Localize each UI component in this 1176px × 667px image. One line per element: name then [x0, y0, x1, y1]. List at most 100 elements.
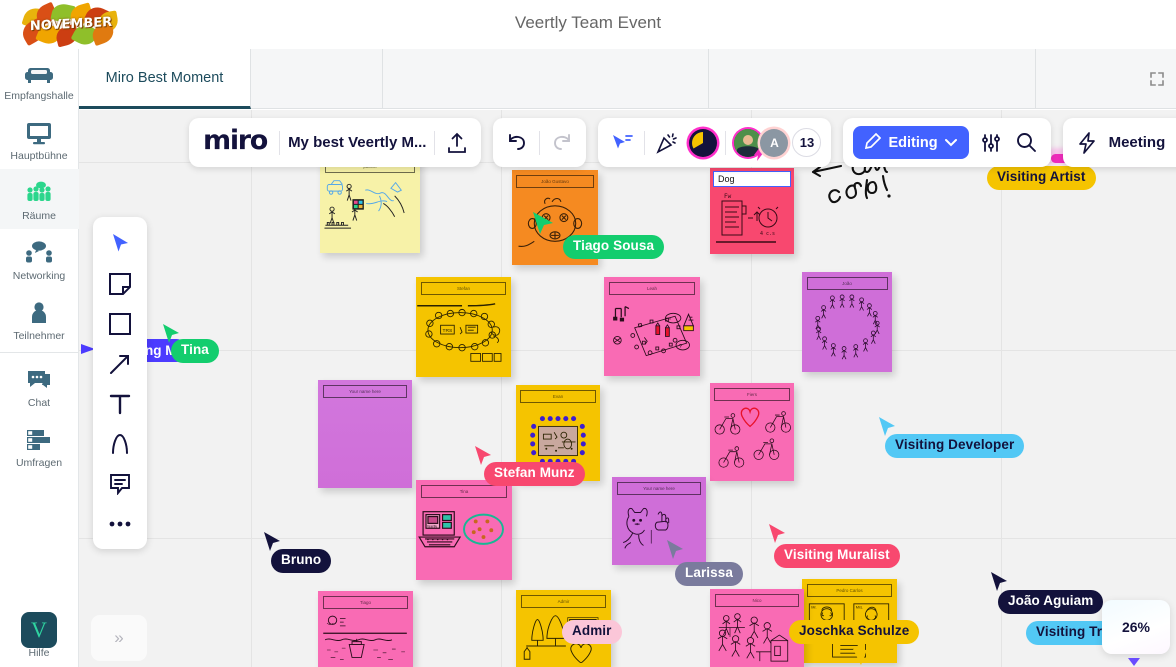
tab-strip: Miro Best Moment: [79, 49, 1176, 109]
editing-mode-label: Editing: [888, 134, 938, 151]
sticky-note[interactable]: Tiago: [318, 591, 413, 667]
poll-bars-icon: [0, 425, 79, 455]
sticky-doodle: [612, 497, 706, 561]
cursor-label-joao-aguiam: João Aguiam: [998, 590, 1104, 614]
chevron-down-icon: [944, 135, 957, 151]
tab-label: Miro Best Moment: [105, 69, 224, 86]
page-title: Veertly Team Event: [514, 13, 662, 32]
sticky-note[interactable]: Dog Fw 4 c.s: [710, 168, 794, 254]
sidebar-item-networking[interactable]: Networking: [0, 229, 79, 289]
sidebar-item-chat[interactable]: Chat: [0, 356, 79, 416]
miro-logo[interactable]: miro: [199, 125, 271, 160]
divider: [725, 130, 727, 155]
sticky-note-author: Admir: [520, 595, 607, 608]
pen-a-icon[interactable]: [107, 431, 133, 457]
square-icon[interactable]: [107, 311, 133, 337]
search-icon[interactable]: [1013, 129, 1041, 157]
sidebar-item-raume[interactable]: Räume: [0, 169, 79, 229]
sticky-note[interactable]: Leah ≡ ?: [604, 277, 700, 376]
sidebar-item-empfangshalle[interactable]: Empfangshalle: [0, 49, 79, 109]
arrow-diagonal-icon[interactable]: [107, 351, 133, 377]
sticky-doodle: [318, 611, 413, 663]
sticky-note-author: Fiers: [714, 388, 790, 401]
sticky-note[interactable]: Stefan TRS: [416, 277, 511, 377]
redo-icon[interactable]: [548, 129, 576, 157]
sticky-note-author: Tiago: [322, 596, 409, 609]
sidebar-item-label: Umfragen: [15, 457, 63, 469]
sidebar-item-label: Empfangshalle: [4, 90, 74, 102]
sticky-doodle: [320, 175, 420, 249]
miro-tool-palette: [93, 217, 147, 549]
ellipsis-icon[interactable]: [107, 511, 133, 537]
comment-icon[interactable]: [107, 471, 133, 497]
pencil-icon: [865, 132, 882, 153]
sidebar-item-label: Räume: [22, 210, 56, 222]
upload-share-icon[interactable]: [443, 129, 471, 157]
board-name[interactable]: My best Veertly M...: [288, 134, 426, 151]
text-t-icon[interactable]: [107, 391, 133, 417]
sticky-doodle: Veertly: [416, 500, 512, 576]
cursor-label-visiting-developer: Visiting Developer: [885, 434, 1025, 458]
cursor-chat-icon[interactable]: [608, 129, 636, 157]
sticky-note-author: Your name here: [322, 385, 408, 398]
avatar[interactable]: [734, 128, 765, 161]
sticky-note-author: Stefan: [420, 282, 507, 295]
editing-mode-button[interactable]: Editing: [853, 126, 969, 159]
fullscreen-icon[interactable]: [1144, 66, 1170, 92]
lightning-icon[interactable]: [1073, 129, 1101, 157]
miro-meeting-group: Meeting: [1062, 118, 1176, 167]
veertly-miro-screen: NOVEMBER Veertly Team Event Empfangshall…: [0, 0, 1176, 667]
sidebar-item-umfragen[interactable]: Umfragen: [0, 416, 79, 476]
sofa-icon: [0, 58, 79, 88]
divider: [279, 130, 281, 155]
sticky-note[interactable]: patrick: [320, 155, 420, 253]
sticky-note[interactable]: Tina Veertly: [416, 480, 512, 580]
collaborator-count-value: 13: [799, 135, 815, 150]
sticky-note-author: Leah: [608, 282, 696, 295]
zoom-level-value: 26%: [1121, 619, 1151, 635]
sticky-note-icon[interactable]: [107, 271, 133, 297]
cursor-arrow-icon: [991, 572, 1007, 591]
party-popper-icon[interactable]: [653, 129, 681, 157]
sidebar-item-hauptbuhne[interactable]: Hauptbühne: [0, 109, 79, 169]
chevron-double-right-icon[interactable]: »: [91, 615, 147, 661]
sticky-note-title-input[interactable]: Dog: [713, 171, 791, 187]
sticky-note-author: Pedro Carlos: [806, 584, 893, 597]
cursor-arrow-icon: [853, 649, 867, 665]
cursor-arrow-icon: [533, 212, 553, 234]
pie-progress-icon[interactable]: [689, 128, 718, 157]
sticky-note[interactable]: Your name here: [612, 477, 706, 565]
cursor-label-tiago-sousa: Tiago Sousa: [563, 235, 665, 259]
cursor-caret-icon: [1128, 658, 1140, 666]
sticky-note[interactable]: Your name here: [318, 380, 412, 488]
monitor-icon: [0, 118, 79, 148]
tab-slot: [383, 49, 709, 109]
miro-board-group: miro My best Veertly M...: [189, 118, 482, 167]
tab-miro-best-moment[interactable]: Miro Best Moment: [79, 49, 251, 109]
sidebar-item-teilnehmer[interactable]: Teilnehmer: [0, 289, 79, 349]
sticky-note-author: Evan: [520, 390, 596, 403]
chat-bubble-icon: [0, 365, 79, 395]
collaborator-count[interactable]: 13: [792, 128, 822, 157]
meeting-label[interactable]: Meeting: [1109, 134, 1166, 151]
sticky-doodle: ≡ ?: [604, 297, 700, 372]
sticky-doodle: Fw 4 c.s: [710, 190, 794, 250]
sticky-doodle: [710, 403, 794, 477]
avatar-initial[interactable]: A: [760, 128, 789, 157]
avatar-initial-letter: A: [770, 135, 779, 150]
svg-text:Fw: Fw: [724, 193, 732, 200]
sidebar-item-hilfe[interactable]: V Hilfe: [0, 606, 79, 667]
zoom-level-indicator[interactable]: 26%: [1102, 600, 1170, 654]
sticky-note[interactable]: João: [802, 272, 892, 372]
miro-collab-group: A 13: [598, 118, 832, 167]
svg-text:≡: ≡: [668, 317, 671, 322]
miro-canvas[interactable]: patrick João G: [79, 110, 1176, 667]
undo-icon[interactable]: [503, 129, 531, 157]
cursor-arrow-icon[interactable]: [107, 231, 133, 257]
svg-text:Mrs.: Mrs.: [856, 605, 864, 610]
cursor-label-tina: Tina: [171, 339, 219, 363]
miro-mode-group: Editing: [843, 118, 1051, 167]
sliders-icon[interactable]: [977, 129, 1005, 157]
sticky-note[interactable]: Fiers: [710, 383, 794, 481]
sidebar-item-label: Teilnehmer: [13, 330, 65, 342]
